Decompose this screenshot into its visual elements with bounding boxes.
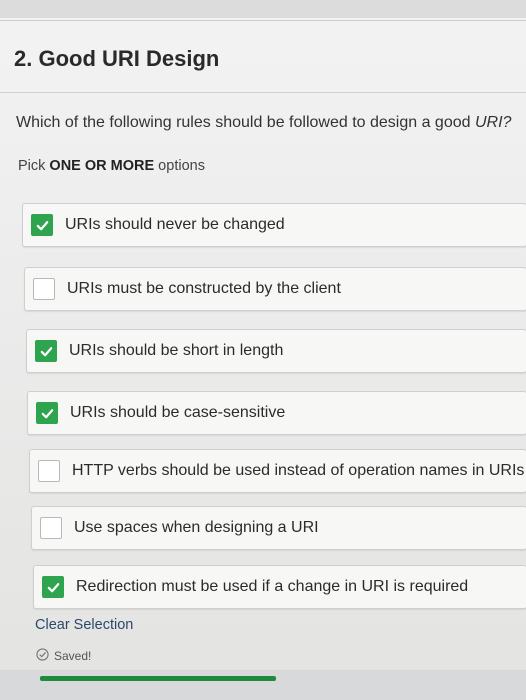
question-text-em: URI?	[474, 114, 512, 131]
pick-instruction: Pick ONE OR MORE options	[18, 158, 205, 174]
option-3[interactable]: URIs should be case-sensitive	[27, 391, 526, 435]
checkbox-1[interactable]	[33, 278, 55, 300]
option-label-4: HTTP verbs should be used instead of ope…	[72, 462, 525, 479]
progress-bar	[40, 676, 276, 681]
option-2[interactable]: URIs should be short in length	[26, 329, 526, 373]
checkmark-icon	[40, 346, 52, 356]
option-6[interactable]: Redirection must be used if a change in …	[33, 565, 526, 609]
saved-status: Saved!	[36, 648, 91, 664]
check-circle-icon	[36, 648, 54, 664]
option-1[interactable]: URIs must be constructed by the client	[24, 267, 526, 311]
pick-prefix: Pick	[18, 158, 50, 174]
question-text: Which of the following rules should be f…	[16, 114, 511, 132]
checkbox-0[interactable]	[31, 214, 53, 236]
checkmark-icon	[41, 408, 53, 418]
checkbox-5[interactable]	[40, 517, 62, 539]
question-text-main: Which of the following rules should be f…	[16, 114, 475, 131]
pick-bold: ONE OR MORE	[49, 158, 155, 174]
option-4[interactable]: HTTP verbs should be used instead of ope…	[29, 449, 526, 493]
option-label-3: URIs should be case-sensitive	[70, 404, 286, 421]
checkmark-icon	[47, 582, 59, 592]
top-band	[0, 0, 526, 18]
option-label-6: Redirection must be used if a change in …	[76, 578, 469, 595]
option-label-1: URIs must be constructed by the client	[67, 280, 341, 297]
option-label-5: Use spaces when designing a URI	[74, 519, 319, 536]
option-label-0: URIs should never be changed	[65, 216, 285, 233]
bottom-bar	[0, 670, 526, 700]
option-0[interactable]: URIs should never be changed	[22, 203, 526, 247]
question-title: 2. Good URI Design	[14, 46, 220, 71]
divider	[0, 92, 526, 93]
clear-selection-link[interactable]: Clear Selection	[35, 617, 133, 633]
saved-label: Saved!	[54, 649, 92, 663]
pick-suffix: options	[154, 158, 205, 174]
checkbox-3[interactable]	[36, 402, 58, 424]
option-label-2: URIs should be short in length	[69, 342, 284, 359]
checkmark-icon	[36, 220, 48, 230]
option-5[interactable]: Use spaces when designing a URI	[31, 506, 526, 550]
checkbox-2[interactable]	[35, 340, 57, 362]
checkbox-6[interactable]	[42, 576, 64, 598]
divider	[0, 20, 526, 21]
checkbox-4[interactable]	[38, 460, 60, 482]
